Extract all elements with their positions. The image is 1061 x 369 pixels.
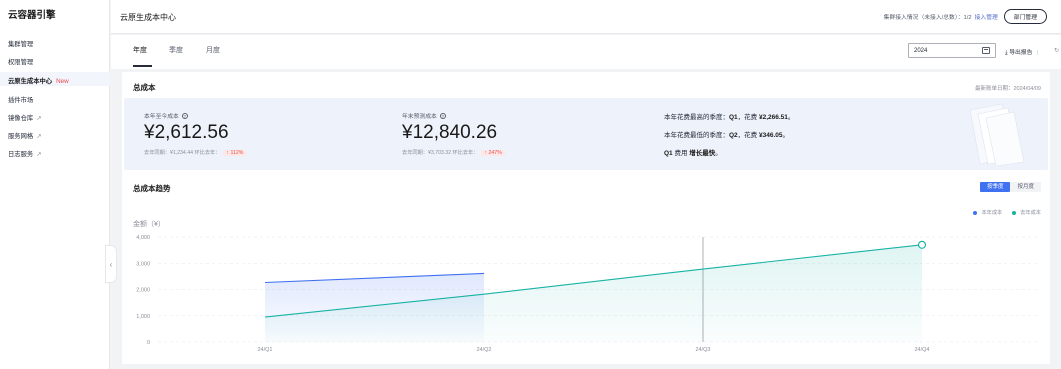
x-tick-label: 24/Q3 bbox=[696, 347, 711, 353]
sidebar-item-addons[interactable]: 插件市场 bbox=[8, 95, 33, 104]
access-management-link[interactable]: 接入管理 bbox=[975, 12, 998, 21]
sidebar-item-label: 镜像仓库 bbox=[8, 115, 34, 122]
sidebar-item-label: 插件市场 bbox=[8, 97, 34, 104]
sidebar-item-label: 云原生成本中心 bbox=[8, 78, 53, 85]
tab-year[interactable]: 年度 bbox=[133, 45, 147, 55]
external-link-icon: ↗ bbox=[36, 151, 42, 158]
period-tabs: 年度 季度 月度 2024 ⤓ 导出报告 | ↻ bbox=[111, 35, 1061, 69]
y-tick-label: 3,000 bbox=[136, 261, 150, 267]
y-tick-label: 0 bbox=[147, 340, 150, 346]
department-management-button[interactable]: 部门管理 bbox=[1003, 9, 1047, 24]
year-value: 2024 bbox=[914, 47, 928, 54]
export-icon: ⤓ bbox=[1005, 50, 1008, 56]
export-label: 导出报告 bbox=[1009, 50, 1033, 56]
refresh-icon[interactable]: ↻ bbox=[1054, 47, 1059, 54]
year-picker[interactable]: 2024 bbox=[908, 43, 996, 58]
x-tick-label: 24/Q2 bbox=[477, 347, 492, 353]
tab-quarter[interactable]: 季度 bbox=[169, 45, 183, 55]
new-badge: New bbox=[56, 78, 69, 85]
export-report-button[interactable]: ⤓ 导出报告 | bbox=[1005, 47, 1039, 57]
external-link-icon: ↗ bbox=[36, 115, 42, 122]
sidebar: 云容器引擎 集群管理 权限管理 云原生成本中心 New 插件市场 镜像仓库 ↗ 服务… bbox=[0, 0, 110, 369]
toolbar-separator: | bbox=[1037, 50, 1039, 56]
sidebar-item-service-mesh[interactable]: 服务网格 ↗ bbox=[8, 131, 41, 140]
sidebar-item-label: 日志服务 bbox=[8, 151, 34, 158]
y-tick-label: 4,000 bbox=[136, 235, 150, 241]
sidebar-item-cost-center[interactable]: 云原生成本中心 New bbox=[8, 76, 69, 85]
x-tick-label: 24/Q1 bbox=[258, 347, 273, 353]
sidebar-collapse-button[interactable]: ‹ bbox=[105, 245, 117, 283]
sidebar-item-log-service[interactable]: 日志服务 ↗ bbox=[8, 149, 41, 158]
last-year-q4-point[interactable] bbox=[917, 240, 927, 249]
product-title: 云容器引擎 bbox=[8, 10, 56, 21]
cost-trend-chart: 金额（¥） 0 1,000 2,000 3,000 4,000 24/Q1 24/Q2 24… bbox=[133, 219, 1038, 353]
tab-month[interactable]: 月度 bbox=[206, 45, 220, 55]
calendar-icon bbox=[982, 47, 990, 54]
y-tick-label: 1,000 bbox=[136, 314, 150, 320]
header-actions: 集群接入情况（未接入/总数）：1/2 接入管理 部门管理 bbox=[884, 9, 1047, 24]
sidebar-item-permission[interactable]: 权限管理 bbox=[8, 57, 33, 66]
sidebar-item-cluster[interactable]: 集群管理 bbox=[8, 39, 33, 48]
y-axis-label: 金额（¥） bbox=[133, 219, 165, 228]
x-tick-label: 24/Q4 bbox=[915, 347, 930, 353]
sidebar-item-image-repo[interactable]: 镜像仓库 ↗ bbox=[8, 113, 41, 122]
page-title: 云原生成本中心 bbox=[120, 13, 176, 22]
cost-overview-card: 总成本 最新账单日期：2024/04/09 本年至今成本? ¥2,612.56 … bbox=[122, 72, 1050, 364]
sidebar-item-label: 服务网格 bbox=[8, 133, 34, 140]
y-tick-label: 2,000 bbox=[136, 288, 150, 294]
sidebar-item-label: 权限管理 bbox=[8, 59, 34, 66]
sidebar-item-label: 集群管理 bbox=[8, 41, 34, 48]
active-tab-indicator bbox=[133, 65, 152, 67]
header: 云原生成本中心 集群接入情况（未接入/总数）：1/2 接入管理 部门管理 bbox=[111, 0, 1061, 34]
cluster-access-info: 集群接入情况（未接入/总数）：1/2 bbox=[883, 15, 972, 21]
chevron-left-icon: ‹ bbox=[109, 259, 113, 269]
external-link-icon: ↗ bbox=[36, 133, 42, 140]
